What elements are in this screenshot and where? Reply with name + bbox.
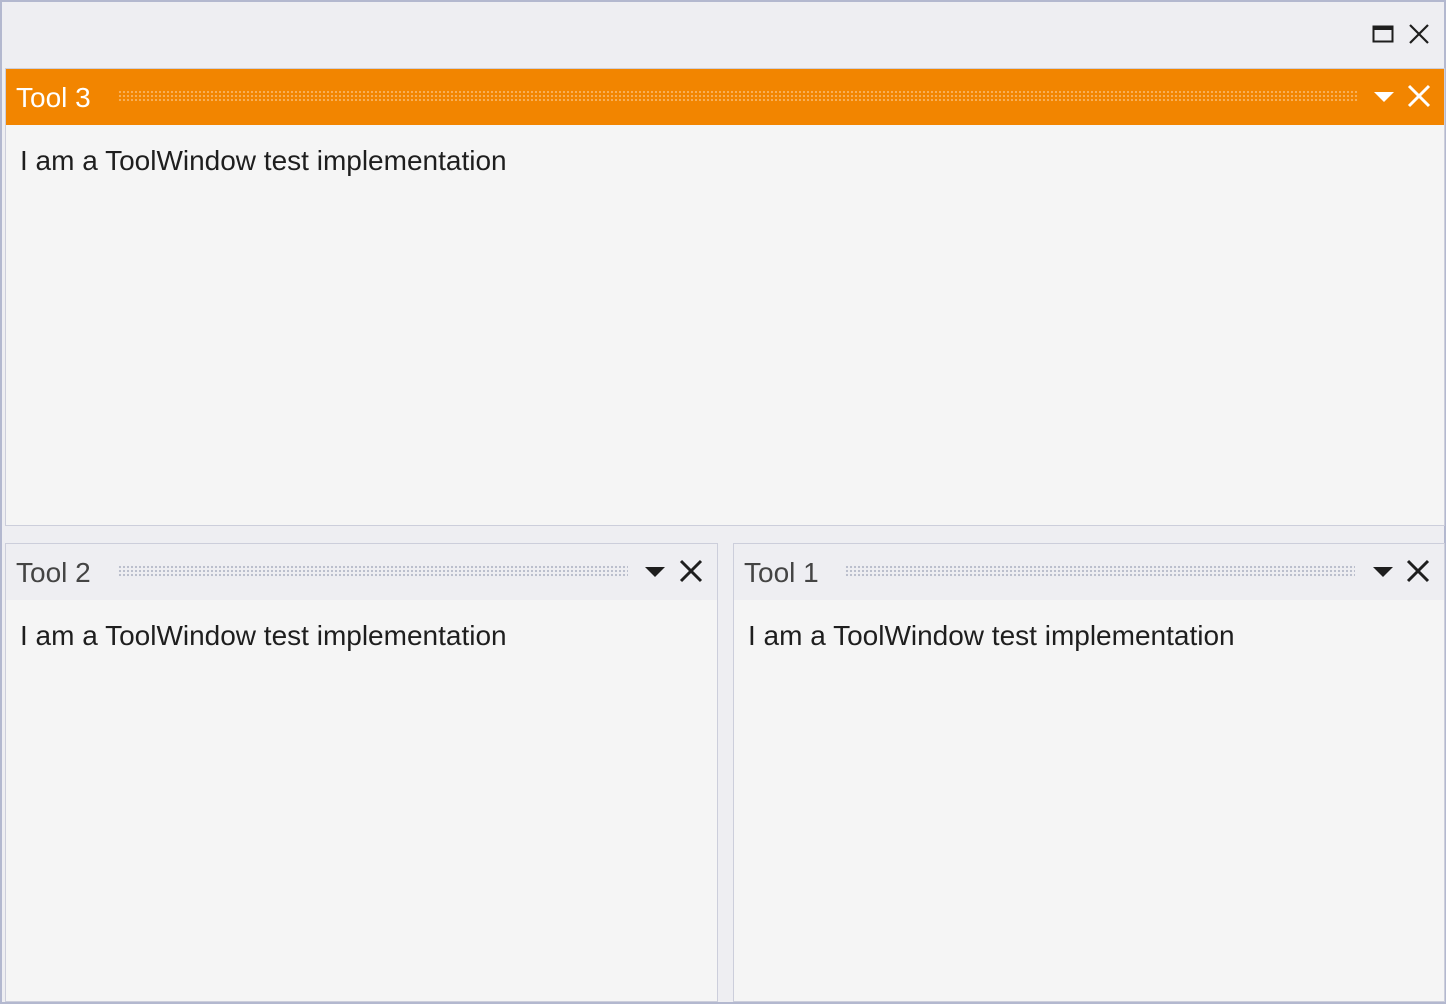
pane-body: I am a ToolWindow test implementation xyxy=(6,600,717,1001)
pane-menu-button[interactable] xyxy=(1368,556,1398,586)
close-icon xyxy=(1409,24,1429,44)
pane-header[interactable]: Tool 1 xyxy=(734,544,1444,600)
maximize-icon xyxy=(1372,25,1394,43)
drag-grip[interactable] xyxy=(118,565,628,577)
chevron-down-icon xyxy=(645,567,665,577)
pane-close-button[interactable] xyxy=(676,556,706,586)
tool-window-tool-1: Tool 1 I am a ToolWindow test implementa… xyxy=(733,543,1445,1002)
chevron-down-icon xyxy=(1373,567,1393,577)
pane-close-button[interactable] xyxy=(1403,556,1433,586)
pane-title: Tool 2 xyxy=(16,557,91,588)
pane-title: Tool 1 xyxy=(744,557,819,588)
pane-body: I am a ToolWindow test implementation xyxy=(734,600,1444,1001)
drag-grip[interactable] xyxy=(118,90,1358,102)
pane-header[interactable]: Tool 2 xyxy=(6,544,717,600)
pane-header[interactable]: Tool 3 xyxy=(6,69,1444,125)
maximize-button[interactable] xyxy=(1369,20,1397,48)
pane-menu-button[interactable] xyxy=(640,556,670,586)
tool-window-tool-2: Tool 2 I am a ToolWindow test implementa… xyxy=(5,543,718,1002)
chevron-down-icon xyxy=(1374,92,1394,102)
dock-window: Tool 3 I am a ToolWindow test implementa… xyxy=(0,0,1446,1004)
content-text: I am a ToolWindow test implementation xyxy=(748,620,1235,651)
content-text: I am a ToolWindow test implementation xyxy=(20,145,507,176)
window-titlebar xyxy=(2,2,1444,65)
pane-close-button[interactable] xyxy=(1404,81,1434,111)
pane-body: I am a ToolWindow test implementation xyxy=(6,125,1444,525)
close-icon xyxy=(1406,559,1430,583)
close-icon xyxy=(1407,84,1431,108)
drag-grip[interactable] xyxy=(845,565,1355,577)
close-icon xyxy=(679,559,703,583)
content-text: I am a ToolWindow test implementation xyxy=(20,620,507,651)
tool-window-tool-3: Tool 3 I am a ToolWindow test implementa… xyxy=(5,68,1445,526)
pane-title: Tool 3 xyxy=(16,82,91,113)
pane-menu-button[interactable] xyxy=(1369,81,1399,111)
window-close-button[interactable] xyxy=(1405,20,1433,48)
